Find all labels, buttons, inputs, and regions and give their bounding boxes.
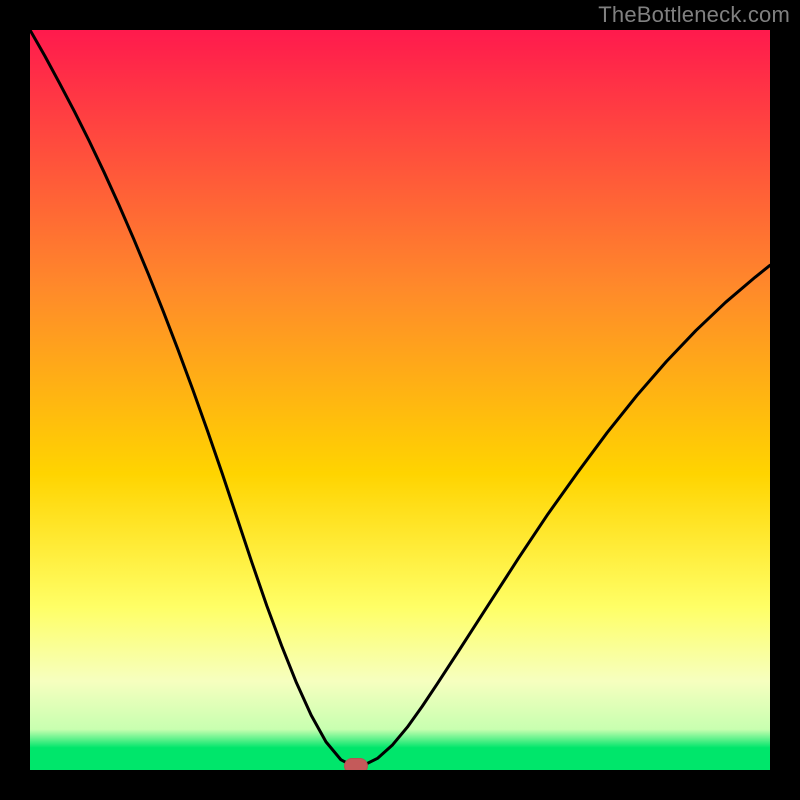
gradient-background <box>30 30 770 770</box>
min-point-marker <box>344 758 368 770</box>
watermark-text: TheBottleneck.com <box>598 2 790 28</box>
plot-area <box>30 30 770 770</box>
chart-frame: TheBottleneck.com <box>0 0 800 800</box>
plot-svg <box>30 30 770 770</box>
